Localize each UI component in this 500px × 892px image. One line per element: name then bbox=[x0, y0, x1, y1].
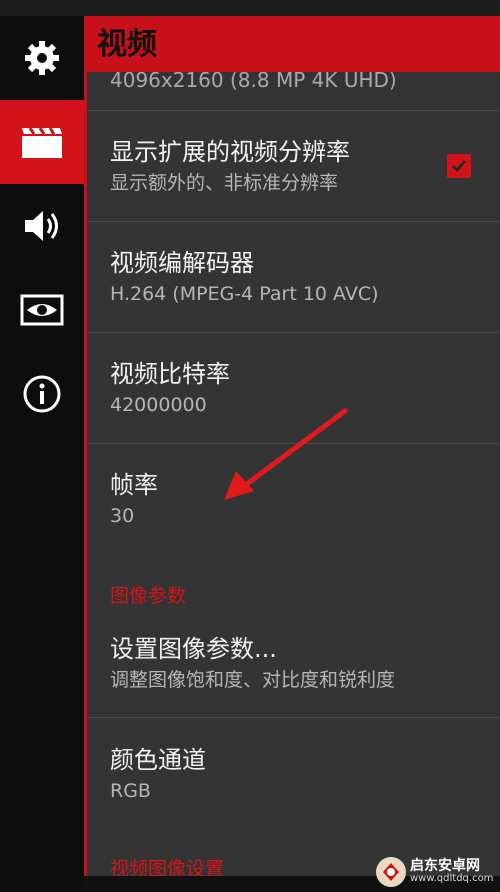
gear-icon bbox=[22, 38, 62, 78]
watermark-url: www.qdltdq.com bbox=[410, 873, 494, 885]
divider bbox=[87, 332, 500, 333]
pref-title: 视频比特率 bbox=[110, 360, 230, 388]
pref-title: 显示扩展的视频分辨率 bbox=[110, 138, 350, 166]
pref-summary: 30 bbox=[110, 505, 135, 527]
sidebar-item-general[interactable] bbox=[0, 16, 84, 100]
watermark-logo bbox=[376, 857, 406, 887]
annotation-arrow bbox=[224, 408, 348, 500]
sidebar bbox=[0, 16, 84, 892]
divider bbox=[87, 221, 500, 222]
pref-color-channel[interactable]: 颜色通道 RGB bbox=[110, 745, 490, 805]
video-icon bbox=[20, 124, 64, 160]
pref-image-params[interactable]: 设置图像参数... 调整图像饱和度、对比度和锐利度 bbox=[110, 634, 490, 694]
divider bbox=[87, 110, 500, 111]
status-strip bbox=[0, 0, 500, 16]
category-image-params: 图像参数 bbox=[110, 585, 187, 607]
sidebar-item-about[interactable] bbox=[0, 352, 84, 436]
extended-resolution-checkbox[interactable] bbox=[447, 154, 471, 178]
category-video-image-settings: 视频图像设置 bbox=[110, 858, 225, 876]
sidebar-item-preview[interactable] bbox=[0, 268, 84, 352]
speaker-icon bbox=[21, 206, 63, 246]
pref-summary: H.264 (MPEG-4 Part 10 AVC) bbox=[110, 283, 379, 305]
pref-extended-resolution[interactable]: 显示扩展的视频分辨率 显示额外的、非标准分辨率 bbox=[110, 137, 490, 197]
pref-title: 设置图像参数... bbox=[110, 635, 277, 663]
watermark: 启东安卓网 www.qdltdq.com bbox=[376, 852, 500, 892]
sidebar-item-video[interactable] bbox=[0, 100, 84, 184]
info-icon bbox=[22, 374, 62, 414]
eye-icon bbox=[19, 293, 65, 327]
pref-video-codec[interactable]: 视频编解码器 H.264 (MPEG-4 Part 10 AVC) bbox=[110, 248, 490, 308]
pref-title: 视频编解码器 bbox=[110, 249, 254, 277]
pref-summary: 调整图像饱和度、对比度和锐利度 bbox=[110, 669, 396, 691]
page-title: 视频 bbox=[87, 16, 500, 72]
sidebar-item-audio[interactable] bbox=[0, 184, 84, 268]
pref-summary: RGB bbox=[110, 780, 151, 802]
pref-title: 颜色通道 bbox=[110, 746, 206, 774]
divider bbox=[87, 717, 500, 718]
watermark-brand: 启东安卓网 bbox=[410, 858, 480, 875]
pref-summary: 显示额外的、非标准分辨率 bbox=[110, 172, 339, 194]
